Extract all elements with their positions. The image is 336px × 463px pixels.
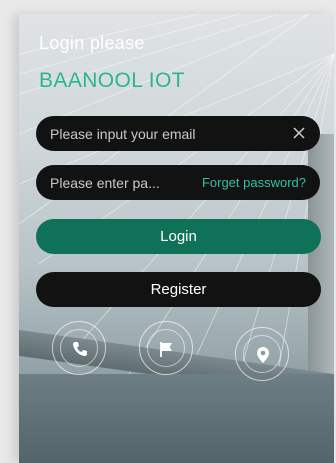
forget-password-link[interactable]: Forget password?: [202, 175, 306, 190]
register-button[interactable]: Register: [36, 272, 321, 307]
location-pin-icon: [257, 347, 269, 363]
password-placeholder: Please enter pa...: [50, 174, 160, 191]
water: [19, 374, 334, 463]
phone-icon: [73, 342, 87, 356]
login-screen: Login please BAANOOL IOT Please input yo…: [19, 14, 334, 463]
phone-button[interactable]: [52, 321, 106, 375]
email-placeholder: Please input your email: [50, 125, 196, 142]
flag-button[interactable]: [139, 321, 193, 375]
clear-icon[interactable]: [291, 125, 307, 141]
location-button[interactable]: [235, 327, 289, 381]
email-input[interactable]: Please input your email: [36, 116, 320, 151]
login-button[interactable]: Login: [36, 219, 321, 254]
greeting-title: Login please: [39, 33, 145, 53]
password-input[interactable]: Please enter pa... Forget password?: [36, 165, 320, 200]
brand-title: BAANOOL IOT: [39, 69, 185, 92]
flag-icon: [160, 342, 172, 357]
